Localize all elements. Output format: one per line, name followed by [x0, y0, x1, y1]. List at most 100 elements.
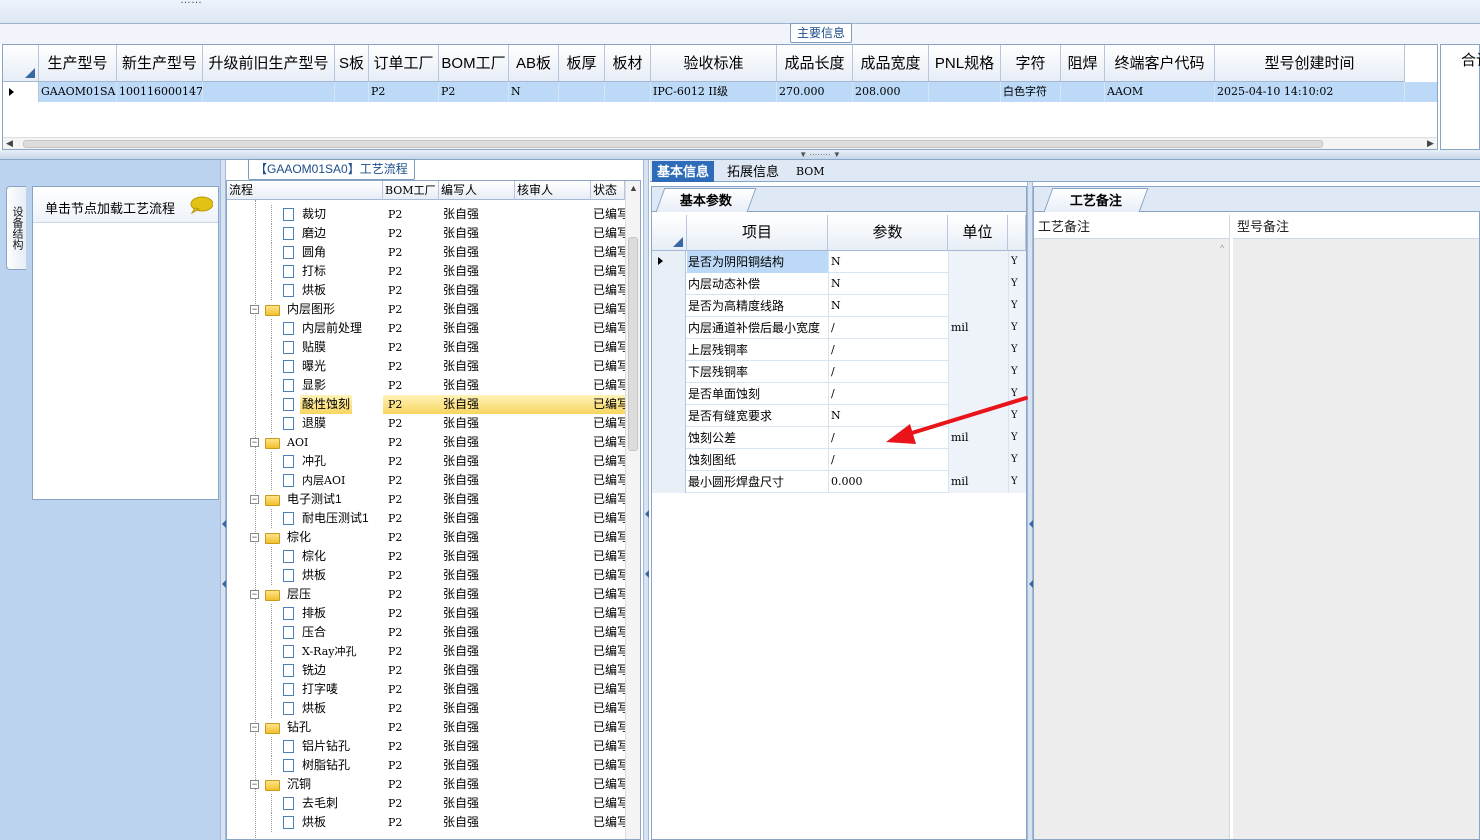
- main-col-header[interactable]: 生产型号: [39, 45, 117, 82]
- tree-row[interactable]: 曝光 P2 张自强 已编写: [227, 357, 625, 376]
- tree-node-label[interactable]: 铝片钻孔: [300, 737, 352, 756]
- main-col-header[interactable]: 成品长度: [777, 45, 853, 82]
- tree-node-label[interactable]: 钻孔: [285, 718, 313, 737]
- param-row-indicator[interactable]: [652, 339, 686, 361]
- param-row[interactable]: 内层动态补偿 N Y: [652, 273, 1026, 295]
- tree-row[interactable]: − 电子测试1 P2 张自强 已编写: [227, 490, 625, 509]
- tree-node-label[interactable]: 退膜: [300, 414, 328, 433]
- tree-row[interactable]: 铝片钻孔 P2 张自强 已编写: [227, 737, 625, 756]
- col-header-param[interactable]: 参数: [828, 215, 948, 251]
- tree-row[interactable]: − AOI P2 张自强 已编写: [227, 433, 625, 452]
- tree-row[interactable]: 树脂钻孔 P2 张自强 已编写: [227, 756, 625, 775]
- tree-row[interactable]: 退膜 P2 张自强 已编写: [227, 414, 625, 433]
- tree-node-label[interactable]: 内层AOI: [300, 471, 347, 490]
- tree-row[interactable]: 裁切 P2 张自强 已编写: [227, 205, 625, 224]
- main-col-header[interactable]: 板材: [605, 45, 651, 82]
- tree-row[interactable]: − 层压 P2 张自强 已编写: [227, 585, 625, 604]
- params-grid-corner[interactable]: [652, 215, 687, 251]
- param-row-indicator[interactable]: [652, 383, 686, 405]
- tree-row[interactable]: 烘板 P2 张自强 已编写: [227, 813, 625, 832]
- tree-node-label[interactable]: 冲孔: [300, 452, 328, 471]
- param-row-indicator[interactable]: [652, 405, 686, 427]
- param-row-indicator[interactable]: [652, 295, 686, 317]
- col-header-bom-factory[interactable]: BOM工厂: [383, 181, 439, 200]
- tree-row[interactable]: − 棕化 P2 张自强 已编写: [227, 528, 625, 547]
- main-col-header[interactable]: S板: [335, 45, 369, 82]
- main-col-header[interactable]: 成品宽度: [853, 45, 929, 82]
- main-col-header[interactable]: 字符: [1001, 45, 1061, 82]
- main-col-header[interactable]: 升级前旧生产型号: [203, 45, 335, 82]
- tree-node-label[interactable]: AOI: [285, 433, 310, 452]
- param-value-cell[interactable]: N: [828, 295, 948, 317]
- main-col-header[interactable]: PNL规格: [929, 45, 1001, 82]
- splitter-grip-icon[interactable]: ▼ ········ ▼: [790, 151, 850, 159]
- col-header-flag[interactable]: [1008, 215, 1026, 251]
- tree-row[interactable]: 烘板 P2 张自强 已编写: [227, 566, 625, 585]
- tree-node-label[interactable]: 去毛刺: [300, 794, 340, 813]
- tree-row[interactable]: 冲孔 P2 张自强 已编写: [227, 452, 625, 471]
- main-row-cell[interactable]: [929, 82, 1001, 102]
- tree-row[interactable]: 内层前处理 P2 张自强 已编写: [227, 319, 625, 338]
- tree-node-label[interactable]: 铣边: [300, 661, 328, 680]
- tree-row[interactable]: X-Ray冲孔 P2 张自强 已编写: [227, 642, 625, 661]
- tree-vertical-scrollbar[interactable]: ▲: [625, 181, 640, 839]
- tree-node-label[interactable]: 显影: [300, 376, 328, 395]
- horizontal-scroll-thumb[interactable]: [23, 140, 1323, 148]
- tree-node-label[interactable]: 磨边: [300, 224, 328, 243]
- main-row-cell[interactable]: 208.000: [853, 82, 929, 102]
- main-col-header[interactable]: BOM工厂: [439, 45, 509, 82]
- tree-row[interactable]: 烘板 P2 张自强 已编写: [227, 699, 625, 718]
- tree-node-label[interactable]: 内层前处理: [300, 319, 364, 338]
- tree-node-label[interactable]: 烘板: [300, 281, 328, 300]
- main-row-cell[interactable]: [1061, 82, 1105, 102]
- collapse-icon[interactable]: −: [250, 723, 259, 732]
- tree-node-label[interactable]: 酸性蚀刻: [300, 395, 353, 414]
- param-row-indicator[interactable]: [652, 361, 686, 383]
- param-row[interactable]: 上层残铜率 / Y: [652, 339, 1026, 361]
- col-header-flow[interactable]: 流程: [227, 181, 383, 200]
- main-row-cell[interactable]: [335, 82, 369, 102]
- scroll-up-icon[interactable]: ▲: [629, 183, 638, 193]
- main-row-cell[interactable]: 270.000: [777, 82, 853, 102]
- main-row-cell[interactable]: P2: [369, 82, 439, 102]
- tree-node-label[interactable]: 棕化: [300, 547, 328, 566]
- main-row-cell[interactable]: IPC-6012 II级: [651, 82, 777, 102]
- tree-node-label[interactable]: 压合: [300, 623, 328, 642]
- col-header-item[interactable]: 项目: [687, 215, 828, 251]
- main-col-header[interactable]: 订单工厂: [369, 45, 439, 82]
- horizontal-splitter[interactable]: [0, 150, 1480, 160]
- param-row-indicator[interactable]: [652, 251, 686, 273]
- tree-row[interactable]: 铣边 P2 张自强 已编写: [227, 661, 625, 680]
- main-col-header[interactable]: 阻焊: [1061, 45, 1105, 82]
- param-row[interactable]: 是否为高精度线路 N Y: [652, 295, 1026, 317]
- tree-row[interactable]: 内层AOI P2 张自强 已编写: [227, 471, 625, 490]
- col-header-unit[interactable]: 单位: [948, 215, 1008, 251]
- main-col-header[interactable]: AB板: [509, 45, 559, 82]
- param-row[interactable]: 下层残铜率 / Y: [652, 361, 1026, 383]
- grid-corner[interactable]: [3, 45, 39, 82]
- tree-node-label[interactable]: 电子测试1: [285, 490, 344, 509]
- param-value-cell[interactable]: 0.000: [828, 471, 948, 493]
- tab-extended-info[interactable]: 拓展信息: [722, 161, 784, 182]
- param-value-cell[interactable]: N: [828, 251, 948, 273]
- main-row-cell[interactable]: GAAOM01SA0: [39, 82, 117, 102]
- collapse-icon[interactable]: −: [250, 305, 259, 314]
- tree-row[interactable]: 去毛刺 P2 张自强 已编写: [227, 794, 625, 813]
- param-row-indicator[interactable]: [652, 427, 686, 449]
- main-row-cell[interactable]: 白色字符: [1001, 82, 1061, 102]
- tree-node-label[interactable]: 裁切: [300, 205, 328, 224]
- tree-row[interactable]: 酸性蚀刻 P2 张自强 已编写: [227, 395, 625, 414]
- tree-node-label[interactable]: 沉铜: [285, 775, 313, 794]
- collapse-icon[interactable]: −: [250, 495, 259, 504]
- scroll-right-icon[interactable]: ▶: [1427, 138, 1434, 149]
- tree-row[interactable]: 耐电压测试1 P2 张自强 已编写: [227, 509, 625, 528]
- tree-row[interactable]: 圆角 P2 张自强 已编写: [227, 243, 625, 262]
- main-col-header[interactable]: 验收标准: [651, 45, 777, 82]
- param-value-cell[interactable]: /: [828, 339, 948, 361]
- col-header-reviewer[interactable]: 核审人: [515, 181, 591, 200]
- param-row-indicator[interactable]: [652, 449, 686, 471]
- main-col-header[interactable]: 型号创建时间: [1215, 45, 1405, 82]
- col-header-status[interactable]: 状态: [591, 181, 625, 200]
- tree-node-label[interactable]: 排板: [300, 604, 328, 623]
- main-col-header[interactable]: 终端客户代码: [1105, 45, 1215, 82]
